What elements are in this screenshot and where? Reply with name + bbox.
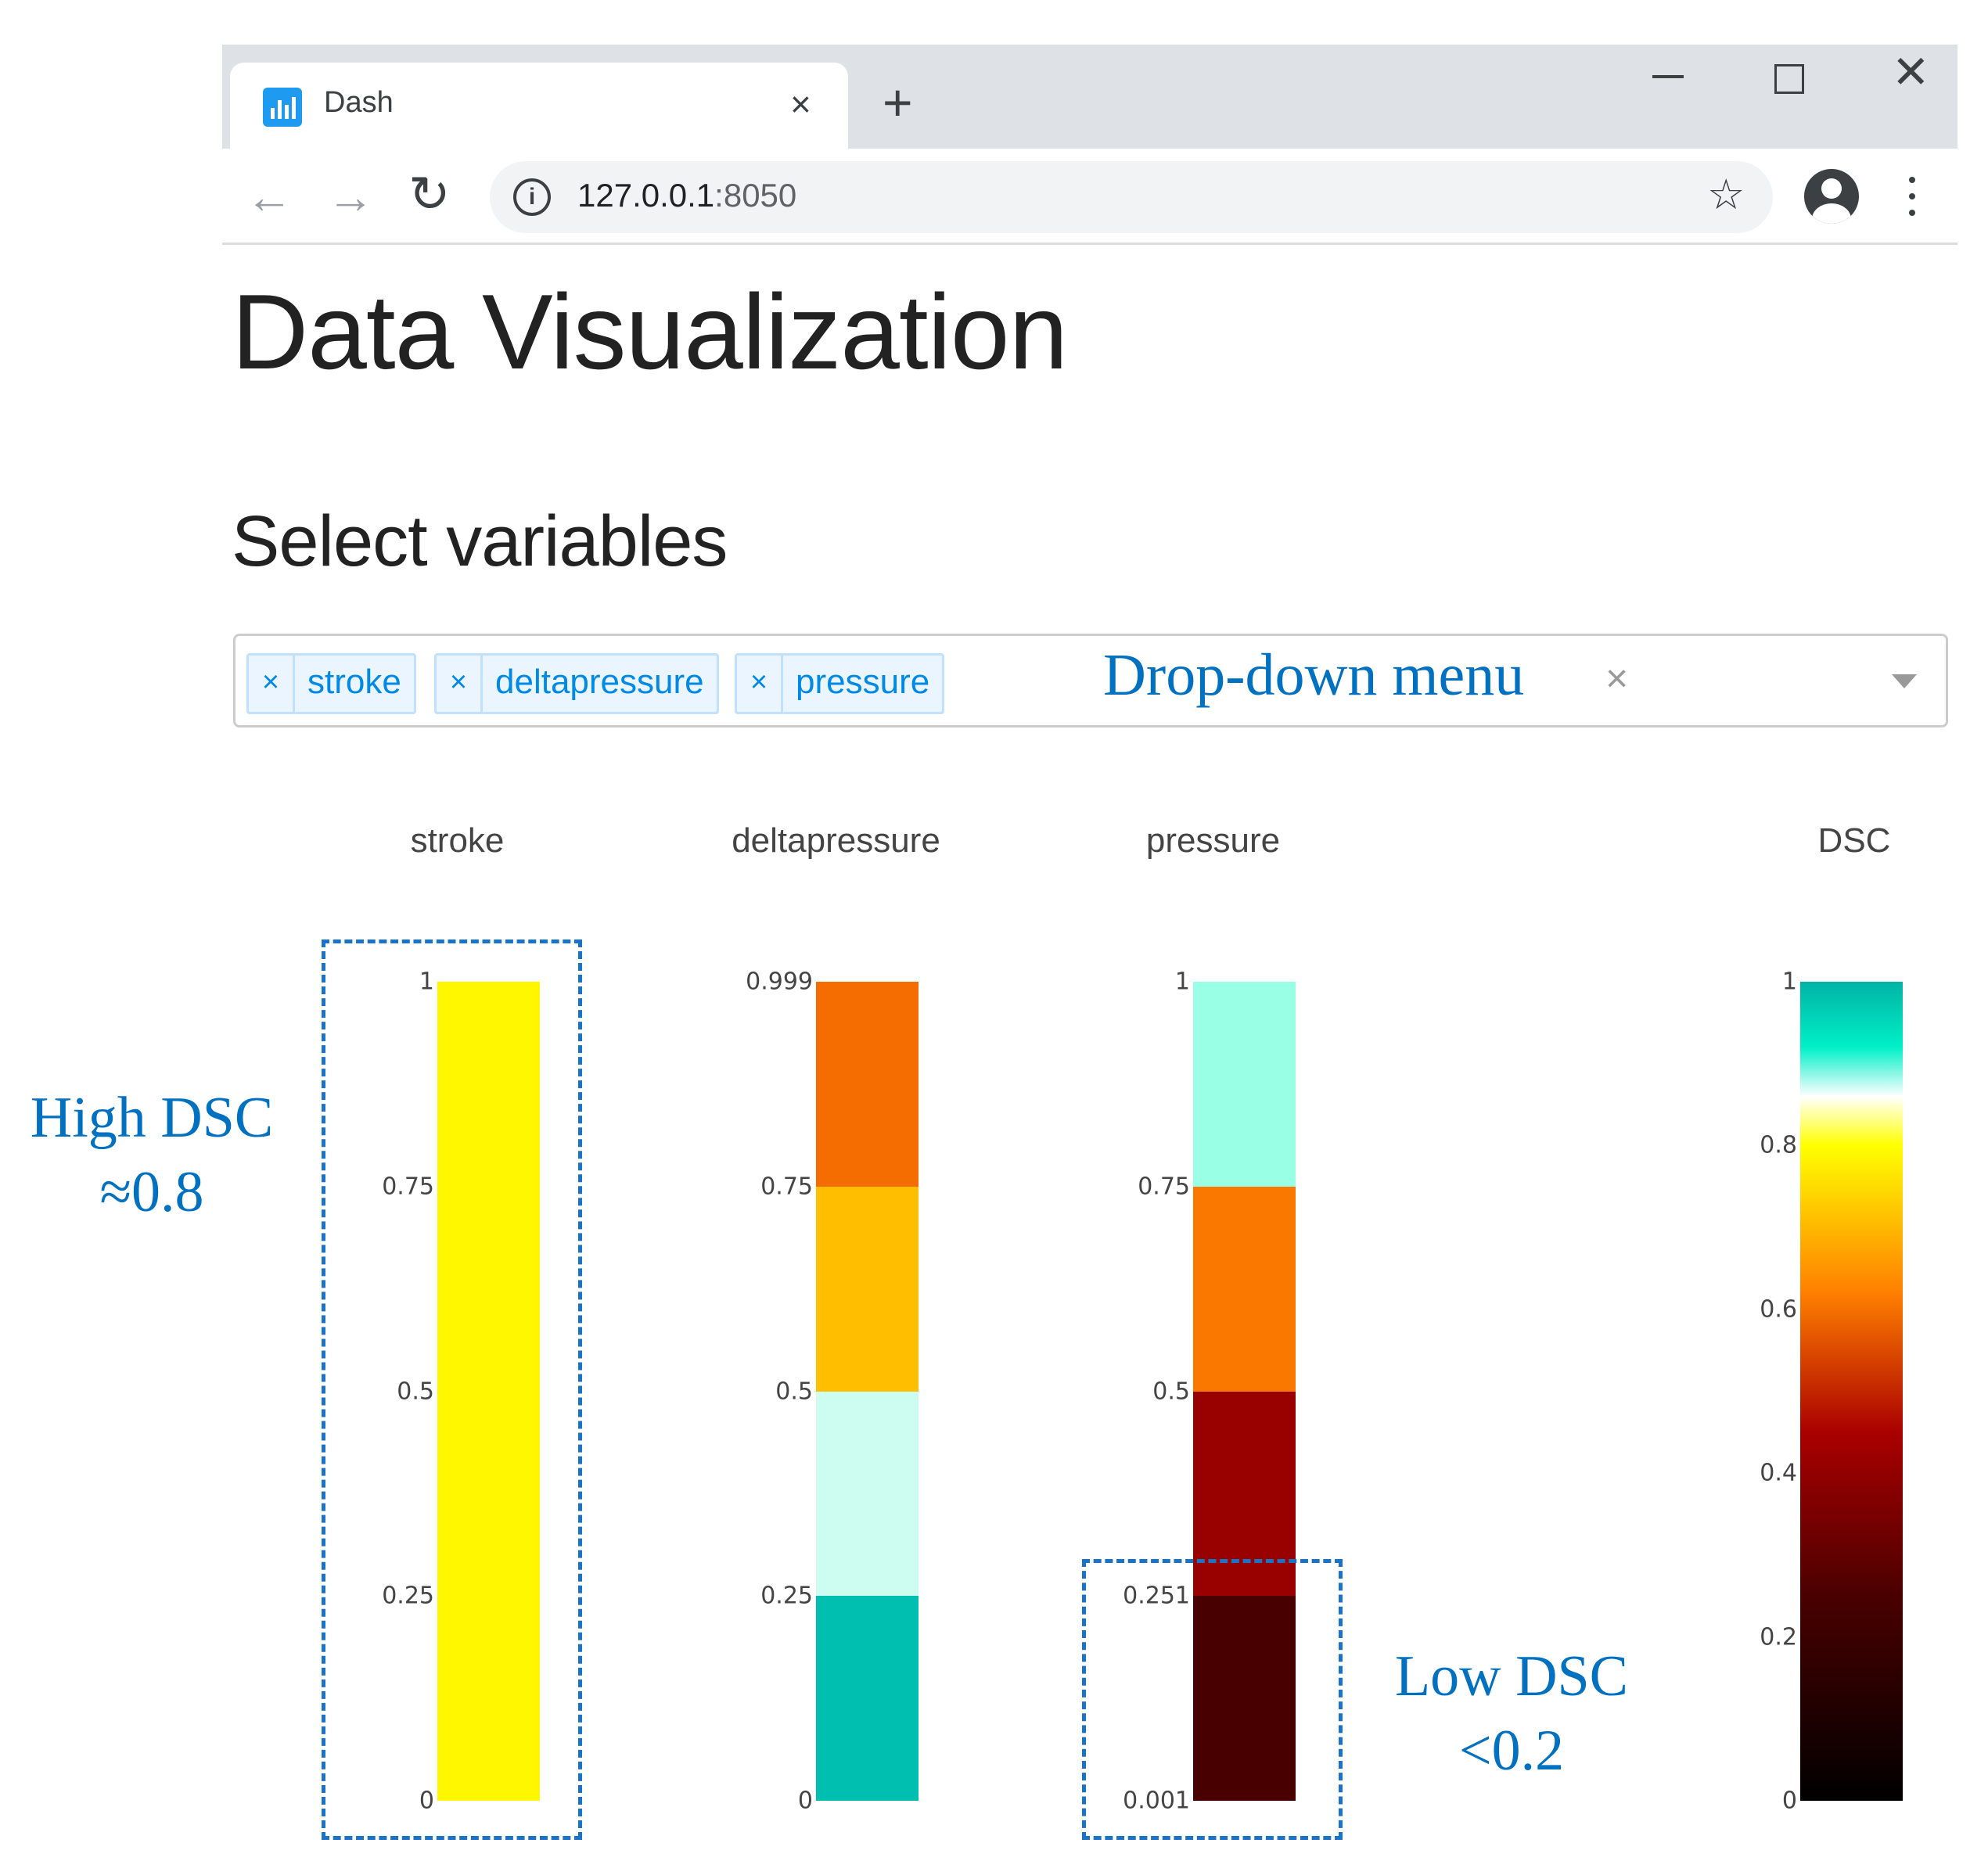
- annotation-dropdown: Drop-down menu: [1103, 642, 1525, 708]
- tick-label-dsc: 0.8: [1760, 1131, 1797, 1159]
- tick-label-deltapressure: 0.5: [775, 1378, 813, 1405]
- heat-cell-deltapressure-1[interactable]: [816, 1391, 919, 1597]
- tick-label-dsc: 0: [1781, 1787, 1797, 1815]
- annotation-low-line1: Low DSC: [1394, 1644, 1629, 1708]
- dsc-colorscale-bar: [1800, 982, 1903, 1801]
- tick-label-pressure: 0.75: [1138, 1173, 1190, 1201]
- tick-label-deltapressure: 0.25: [760, 1582, 813, 1610]
- window-close-icon[interactable]: ✕: [1892, 50, 1930, 95]
- tick-label-deltapressure: 0.999: [746, 968, 813, 996]
- heat-cell-pressure-3[interactable]: [1193, 982, 1296, 1187]
- new-tab-icon[interactable]: +: [883, 77, 913, 128]
- forward-arrow-icon[interactable]: →: [327, 174, 374, 221]
- profile-avatar-icon[interactable]: [1804, 169, 1859, 224]
- tick-label-deltapressure: 0: [797, 1787, 813, 1815]
- heat-cell-pressure-2[interactable]: [1193, 1186, 1296, 1392]
- reload-icon[interactable]: ↻: [408, 169, 451, 219]
- chip-remove-icon[interactable]: ×: [737, 656, 783, 712]
- minimize-icon[interactable]: [1652, 75, 1684, 78]
- dash-favicon-icon: [263, 88, 302, 127]
- tick-label-dsc: 0.2: [1760, 1623, 1797, 1651]
- tick-label-deltapressure: 0.75: [760, 1173, 813, 1201]
- chip-label: deltapressure: [495, 663, 704, 701]
- tab-title: Dash: [324, 86, 394, 119]
- high-dsc-box: [322, 939, 582, 1840]
- column-title-pressure: pressure: [1145, 821, 1281, 860]
- tick-label-dsc: 1: [1781, 968, 1797, 996]
- chip-remove-icon[interactable]: ×: [437, 656, 483, 712]
- chip-stroke: × stroke: [246, 653, 416, 714]
- chip-remove-icon[interactable]: ×: [249, 656, 295, 712]
- browser-tab[interactable]: [230, 63, 848, 149]
- annotation-high-line2: ≈0.8: [99, 1159, 204, 1224]
- dropdown-clear-icon[interactable]: ×: [1605, 651, 1628, 706]
- url-port: :8050: [714, 177, 797, 214]
- url-host: 127.0.0.1: [577, 177, 715, 214]
- heat-cell-deltapressure-2[interactable]: [816, 1186, 919, 1392]
- colorscale-title: DSC: [1817, 821, 1891, 860]
- dropdown-arrow-icon[interactable]: [1892, 674, 1917, 688]
- back-arrow-icon[interactable]: ←: [246, 174, 293, 221]
- column-title-deltapressure: deltapressure: [732, 821, 940, 860]
- tick-label-pressure: 1: [1174, 968, 1190, 996]
- page-title: Data Visualization: [232, 272, 1068, 391]
- annotation-high-dsc: High DSC ≈0.8: [11, 1081, 293, 1229]
- chip-pressure: × pressure: [735, 653, 945, 714]
- variable-dropdown[interactable]: × stroke × deltapressure × pressure: [233, 634, 1948, 728]
- heat-cell-deltapressure-0[interactable]: [816, 1596, 919, 1801]
- tick-label-dsc: 0.4: [1760, 1459, 1797, 1487]
- maximize-icon[interactable]: [1774, 64, 1804, 94]
- annotation-low-dsc: Low DSC <0.2: [1371, 1640, 1652, 1787]
- annotation-high-line1: High DSC: [30, 1086, 274, 1150]
- browser-menu-icon[interactable]: [1909, 177, 1915, 216]
- tab-close-icon[interactable]: ×: [790, 83, 811, 125]
- url-text[interactable]: 127.0.0.1:8050: [577, 177, 796, 214]
- chip-label: pressure: [796, 663, 930, 701]
- chip-label: stroke: [307, 663, 401, 701]
- annotation-low-line2: <0.2: [1458, 1718, 1565, 1783]
- section-title: Select variables: [232, 501, 728, 581]
- column-title-stroke: stroke: [410, 821, 505, 860]
- tick-label-pressure: 0.5: [1152, 1378, 1190, 1405]
- chip-deltapressure: × deltapressure: [434, 653, 719, 714]
- bookmark-star-icon[interactable]: ☆: [1707, 174, 1745, 216]
- heat-cell-deltapressure-3[interactable]: [816, 982, 919, 1187]
- tick-label-dsc: 0.6: [1760, 1295, 1797, 1324]
- site-info-icon[interactable]: i: [513, 178, 551, 216]
- low-dsc-box: [1082, 1559, 1343, 1840]
